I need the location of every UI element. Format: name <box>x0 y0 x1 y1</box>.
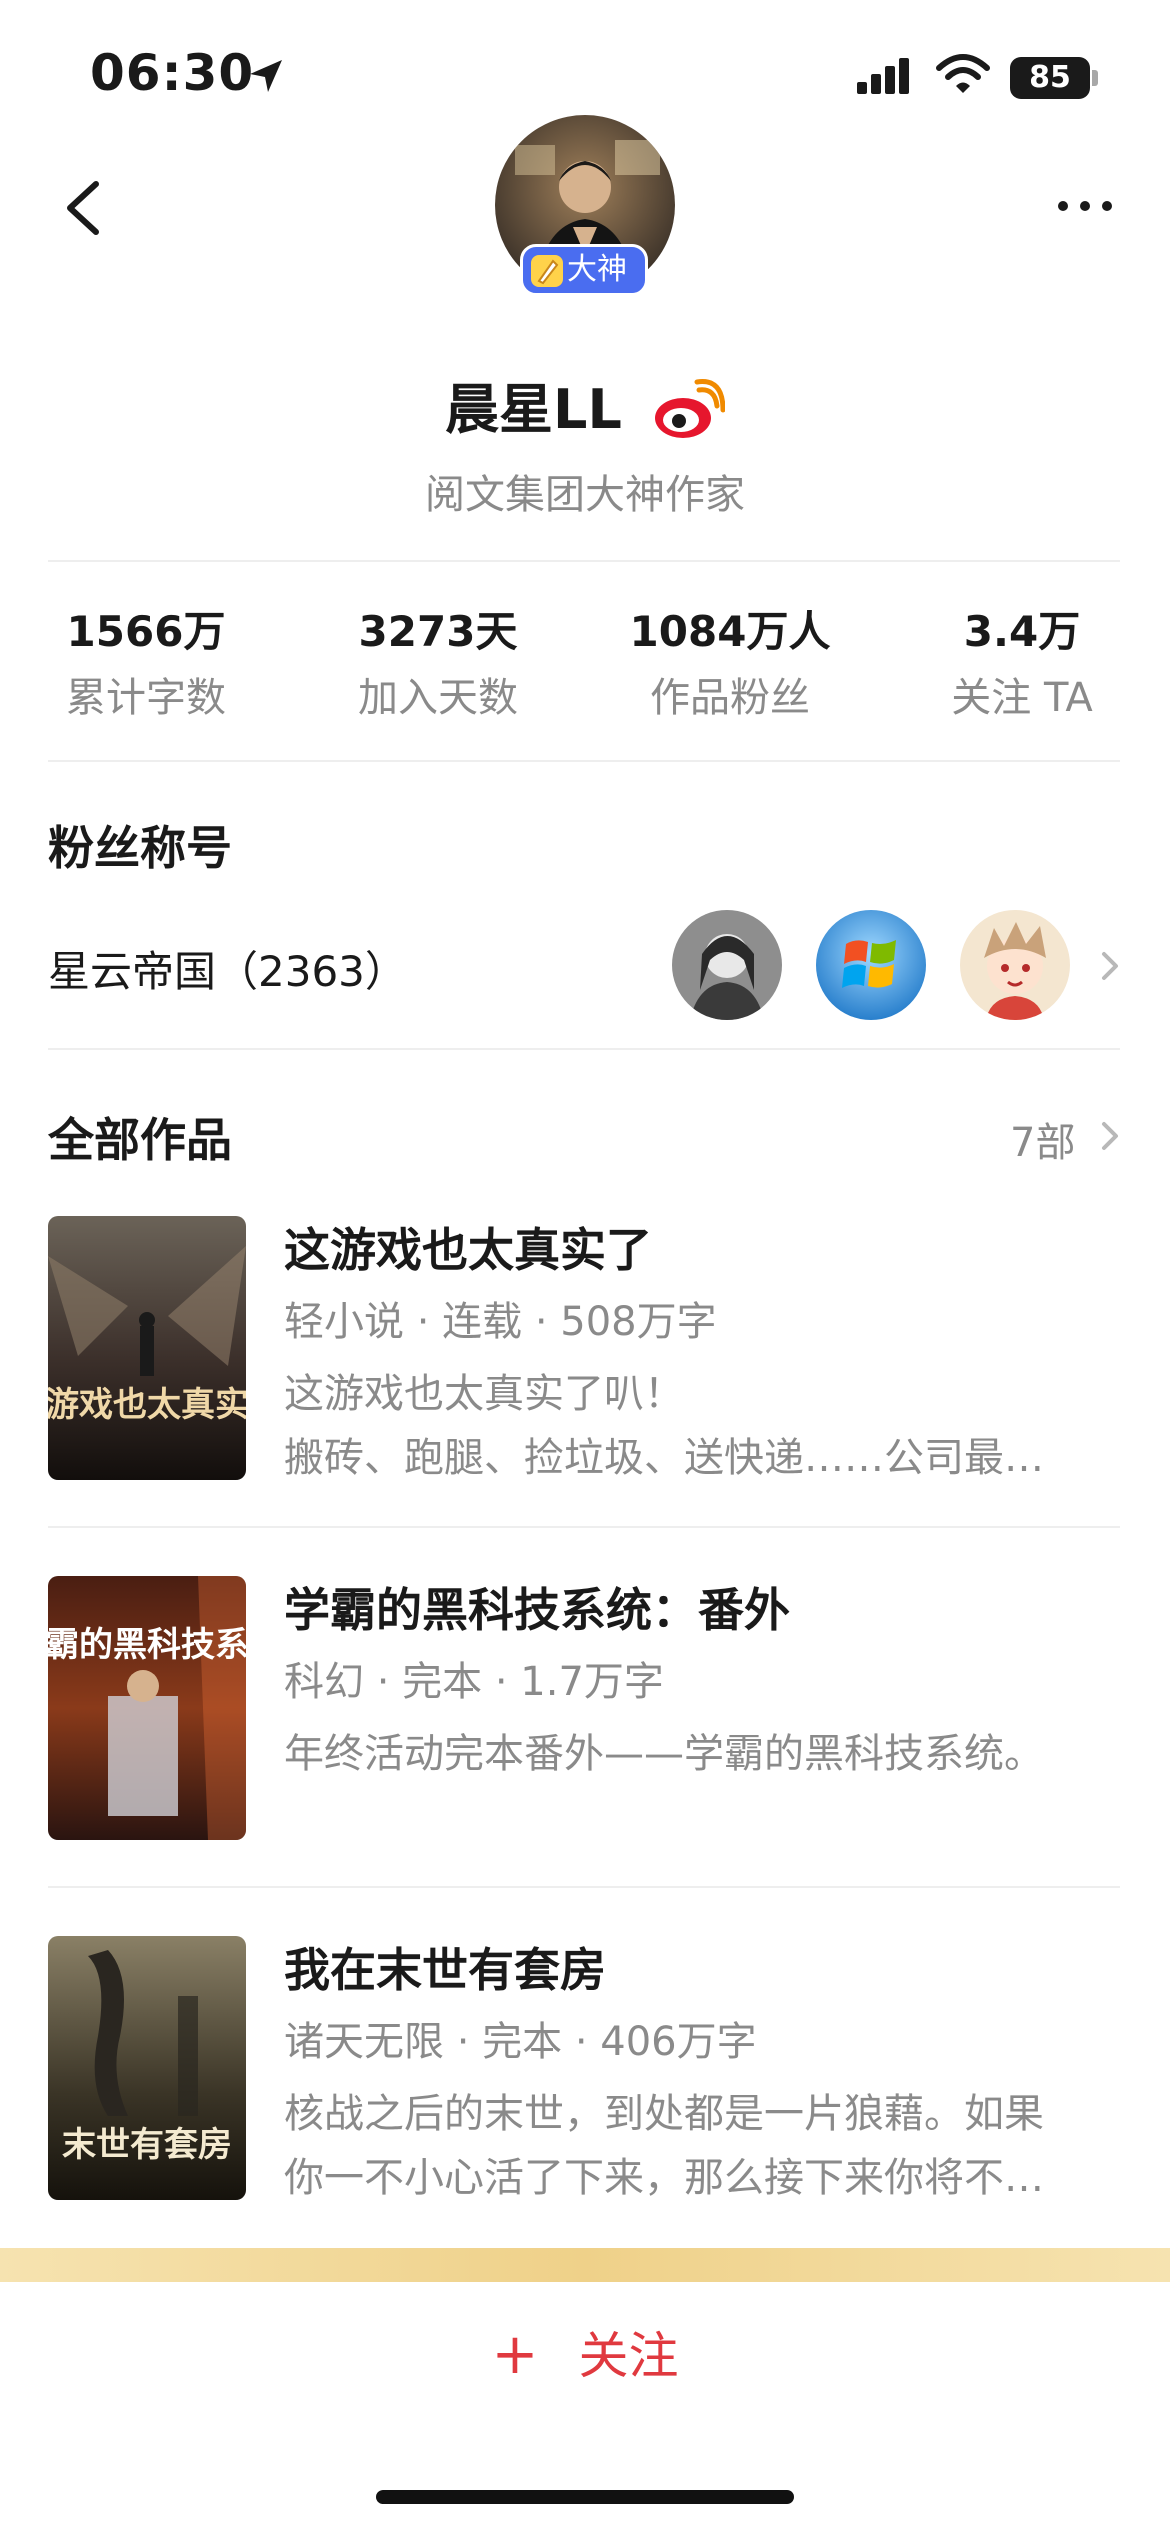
divider <box>48 1886 1120 1888</box>
book-item[interactable]: 末世有套房 我在末世有套房 诸天无限 · 完本 · 406万字 核战之后的末世，… <box>48 1936 1120 2206</box>
book-cover[interactable]: 这游戏也太真实了 <box>48 1216 246 1480</box>
stat-value: 3.4万 <box>963 607 1081 656</box>
battery-nub <box>1092 70 1098 86</box>
status-time: 06:30 <box>90 44 255 102</box>
book-desc-line: 搬砖、跑腿、捡垃圾、送快递……公司最… <box>284 1435 1044 1481</box>
gold-strip <box>0 2248 1170 2282</box>
book-description: 这游戏也太真实了叭！ 搬砖、跑腿、捡垃圾、送快递……公司最… <box>284 1362 1120 1490</box>
book-description: 年终活动完本番外——学霸的黑科技系统。 <box>284 1722 1120 1786</box>
cover-title: 这游戏也太真实了 <box>48 1386 246 1424</box>
book-meta: 诸天无限 · 完本 · 406万字 <box>284 2019 757 2065</box>
weibo-icon[interactable] <box>653 378 725 442</box>
badge-label: 大神 <box>567 252 627 287</box>
wifi-icon <box>936 54 990 93</box>
fan-avatar[interactable] <box>960 910 1070 1020</box>
book-item[interactable]: 这游戏也太真实了 这游戏也太真实了 轻小说 · 连载 · 508万字 这游戏也太… <box>48 1216 1120 1486</box>
cover-title: 末世有套房 <box>62 2126 232 2164</box>
stat-word-count: 1566万 累计字数 <box>0 600 292 730</box>
cellular-signal-icon <box>857 58 909 94</box>
chevron-right-icon[interactable] <box>1098 1118 1122 1154</box>
follow-button[interactable]: + 关注 <box>0 2310 1170 2400</box>
stat-label: 累计字数 <box>66 675 226 721</box>
book-desc-line: 年终活动完本番外——学霸的黑科技系统。 <box>284 1731 1044 1777</box>
book-meta: 轻小说 · 连载 · 508万字 <box>284 1299 717 1345</box>
author-name-row: 晨星LL <box>0 370 1170 450</box>
works-section-title: 全部作品 <box>48 1113 232 1167</box>
stat-work-fans[interactable]: 1084万人 作品粉丝 <box>584 600 876 730</box>
book-desc-line: 核战之后的末世，到处都是一片狼藉。如果 <box>284 2091 1044 2137</box>
quill-icon <box>531 255 563 287</box>
stat-join-days: 3273天 加入天数 <box>292 600 584 730</box>
divider <box>48 760 1120 762</box>
home-indicator[interactable] <box>376 2490 794 2504</box>
plus-icon: + <box>491 2322 539 2387</box>
battery-indicator: 85 <box>1010 57 1090 99</box>
book-cover[interactable]: 末世有套房 <box>48 1936 246 2200</box>
author-name: 晨星LL <box>445 378 622 441</box>
stat-label: 作品粉丝 <box>650 675 810 721</box>
stat-label: 关注 TA <box>951 675 1093 721</box>
book-description: 核战之后的末世，到处都是一片狼藉。如果 你一不小心活了下来，那么接下来你将不… <box>284 2082 1120 2210</box>
fan-avatar[interactable] <box>816 910 926 1020</box>
fans-section-title: 粉丝称号 <box>48 821 232 875</box>
book-title: 学霸的黑科技系统：番外 <box>284 1583 790 1637</box>
fan-avatar[interactable] <box>672 910 782 1020</box>
book-desc-line: 这游戏也太真实了叭！ <box>284 1371 684 1417</box>
book-item[interactable]: 学霸的黑科技系统 学霸的黑科技系统：番外 科幻 · 完本 · 1.7万字 年终活… <box>48 1576 1120 1846</box>
book-meta: 科幻 · 完本 · 1.7万字 <box>284 1659 664 1705</box>
chevron-right-icon[interactable] <box>1098 948 1122 984</box>
stat-following[interactable]: 3.4万 关注 TA <box>876 600 1168 730</box>
book-title: 我在末世有套房 <box>284 1943 606 1997</box>
cover-title: 学霸的黑科技系统 <box>48 1625 246 1664</box>
book-desc-line: 你一不小心活了下来，那么接下来你将不… <box>284 2155 1044 2201</box>
divider <box>48 1526 1120 1528</box>
location-arrow-icon <box>250 60 282 92</box>
back-chevron-icon[interactable] <box>58 178 108 238</box>
master-author-badge: 大神 <box>520 244 648 296</box>
book-title: 这游戏也太真实了 <box>284 1223 652 1277</box>
divider <box>48 560 1120 562</box>
stat-label: 加入天数 <box>358 675 518 721</box>
stat-value: 1566万 <box>66 607 226 656</box>
stat-value: 3273天 <box>358 607 518 656</box>
book-cover[interactable]: 学霸的黑科技系统 <box>48 1576 246 1840</box>
follow-label: 关注 <box>578 2327 679 2385</box>
fans-group-name[interactable]: 星云帝国（2363） <box>48 938 407 999</box>
divider <box>48 1048 1120 1050</box>
battery-level: 85 <box>1029 60 1071 95</box>
author-subtitle: 阅文集团大神作家 <box>425 472 745 518</box>
works-count[interactable]: 7部 <box>1010 1110 1075 1168</box>
stat-value: 1084万人 <box>629 607 831 656</box>
more-options-icon[interactable] <box>1055 196 1115 216</box>
